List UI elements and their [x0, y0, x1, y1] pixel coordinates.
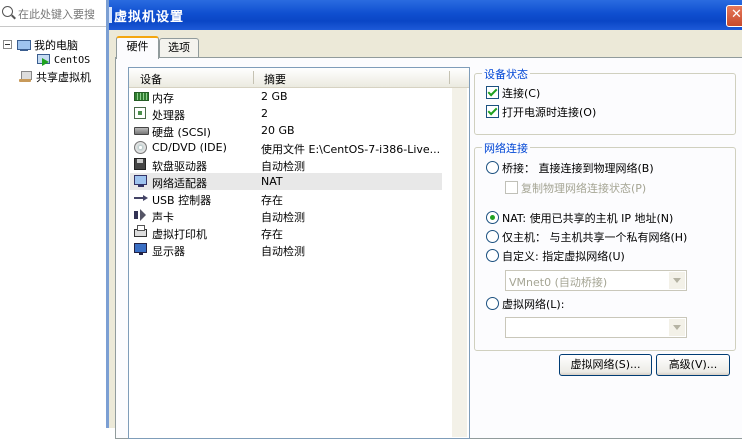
device-summary: 存在	[261, 194, 283, 207]
shared-vm-icon	[19, 71, 33, 83]
device-summary: NAT	[261, 175, 283, 188]
library-search[interactable]: 在此处键入要搜	[0, 0, 106, 27]
sound-card-icon	[134, 211, 138, 219]
device-name: 网络适配器	[152, 177, 207, 190]
device-name: 硬盘 (SCSI)	[152, 126, 211, 139]
device-name: USB 控制器	[152, 194, 212, 207]
library-search-placeholder: 在此处键入要搜	[18, 8, 95, 21]
custom-network-select[interactable]: VMnet0 (自动桥接)	[505, 270, 687, 291]
device-name: 显示器	[152, 245, 185, 258]
device-summary: 自动检测	[261, 245, 305, 258]
close-button[interactable]: ✕	[726, 5, 742, 27]
device-row[interactable]: 虚拟打印机 存在	[130, 224, 442, 241]
hard-disk-icon	[134, 127, 149, 135]
usb-icon	[134, 195, 148, 201]
dialog-titlebar[interactable]: 虚拟机设置 ✕	[109, 0, 742, 30]
lan-segment-label: 虚拟网络(L):	[502, 298, 565, 311]
device-row[interactable]: 网络适配器 NAT	[130, 173, 442, 190]
memory-icon	[134, 92, 149, 101]
hardware-tab-panel: 设备 摘要 内存 2 GB 处理器 2 硬盘 (SCSI) 20 GB CD/DVD (ID…	[115, 57, 742, 439]
tree-item-vm[interactable]: CentOS	[37, 53, 90, 66]
device-row[interactable]: 软盘驱动器 自动检测	[130, 156, 442, 173]
tree-item-shared-vms[interactable]: 共享虚拟机	[19, 69, 91, 85]
connect-at-power-on-label: 打开电源时连接(O)	[502, 106, 597, 119]
device-summary: 自动检测	[261, 160, 305, 173]
device-row[interactable]: 硬盘 (SCSI) 20 GB	[130, 122, 442, 139]
nat-label: NAT: 使用已共享的主机 IP 地址(N)	[502, 212, 674, 225]
device-name: 虚拟打印机	[152, 228, 207, 241]
device-name: 声卡	[152, 211, 174, 224]
device-list: 设备 摘要 内存 2 GB 处理器 2 硬盘 (SCSI) 20 GB CD/DVD (ID…	[128, 67, 470, 439]
device-summary: 自动检测	[261, 211, 305, 224]
chevron-down-icon	[669, 319, 685, 336]
tree-item-label: CentOS	[54, 54, 91, 66]
device-name: CD/DVD (IDE)	[152, 141, 227, 154]
lan-segment-radio[interactable]	[486, 297, 499, 310]
device-summary: 2 GB	[261, 90, 288, 103]
vm-settings-dialog: 虚拟机设置 ✕ 硬件 选项 设备 摘要 内存 2 GB 处理器 2 硬盘 (SCSI) 2…	[109, 0, 742, 439]
column-device[interactable]: 设备	[140, 71, 162, 87]
device-list-header: 设备 摘要	[129, 68, 469, 88]
device-list-scrollbar[interactable]	[452, 88, 467, 437]
device-row[interactable]: 内存 2 GB	[130, 88, 442, 105]
network-adapter-icon	[134, 175, 147, 187]
device-summary: 使用文件 E:\CentOS-7-i386-Live...	[261, 143, 439, 156]
processor-icon	[134, 107, 146, 119]
network-connection-group: 网络连接 桥接： 直接连接到物理网络(B) 复制物理网络连接状态(P) NAT:…	[474, 140, 736, 351]
tab-options[interactable]: 选项	[159, 38, 199, 58]
tab-hardware[interactable]: 硬件	[116, 36, 159, 59]
device-row[interactable]: 声卡 自动检测	[130, 207, 442, 224]
device-row[interactable]: USB 控制器 存在	[130, 190, 442, 207]
device-row[interactable]: 处理器 2	[130, 105, 442, 122]
advanced-button[interactable]: 高级(V)...	[656, 354, 730, 376]
connected-label: 连接(C)	[502, 87, 541, 100]
cd-dvd-icon	[134, 141, 147, 154]
device-row[interactable]: 显示器 自动检测	[130, 241, 442, 258]
virtual-network-button[interactable]: 虚拟网络(S)...	[559, 354, 652, 376]
replicate-state-checkbox[interactable]	[505, 181, 518, 194]
column-summary[interactable]: 摘要	[264, 71, 286, 87]
custom-radio[interactable]	[486, 249, 499, 262]
device-name: 软盘驱动器	[152, 160, 207, 173]
device-summary: 存在	[261, 228, 283, 241]
floppy-icon	[134, 158, 146, 170]
device-summary: 20 GB	[261, 124, 295, 137]
collapse-toggle[interactable]	[3, 40, 12, 49]
chevron-down-icon	[669, 272, 685, 289]
tree-item-my-computer[interactable]: 我的电脑	[17, 37, 78, 53]
tree-item-label: 共享虚拟机	[36, 71, 91, 84]
custom-network-value: VMnet0 (自动桥接)	[509, 276, 608, 289]
bridged-radio[interactable]	[486, 161, 499, 174]
replicate-state-label: 复制物理网络连接状态(P)	[521, 182, 647, 195]
running-vm-icon	[37, 54, 51, 66]
device-name: 处理器	[152, 109, 185, 122]
custom-label: 自定义: 指定虚拟网络(U)	[502, 250, 625, 263]
nat-radio[interactable]	[486, 211, 499, 224]
device-status-group: 设备状态 连接(C) 打开电源时连接(O)	[474, 66, 736, 135]
lan-segment-select[interactable]	[505, 317, 687, 338]
computer-icon	[17, 39, 31, 51]
bridged-label: 桥接： 直接连接到物理网络(B)	[502, 162, 654, 175]
library-panel: 在此处键入要搜 我的电脑 CentOS 共享虚拟机	[0, 0, 106, 428]
window-icon	[109, 7, 112, 23]
connect-at-power-on-checkbox[interactable]	[486, 105, 499, 118]
search-icon	[2, 6, 13, 17]
device-summary: 2	[261, 107, 268, 120]
display-icon	[134, 243, 147, 255]
dialog-title: 虚拟机设置	[114, 10, 185, 25]
device-status-title: 设备状态	[482, 66, 530, 82]
network-connection-title: 网络连接	[482, 140, 530, 156]
tree-item-label: 我的电脑	[34, 39, 78, 52]
device-name: 内存	[152, 92, 174, 105]
host-only-radio[interactable]	[486, 230, 499, 243]
host-only-label: 仅主机： 与主机共享一个私有网络(H)	[502, 231, 688, 244]
printer-icon	[134, 225, 147, 237]
connected-checkbox[interactable]	[486, 86, 499, 99]
device-row[interactable]: CD/DVD (IDE) 使用文件 E:\CentOS-7-i386-Live..…	[130, 139, 442, 156]
close-icon: ✕	[731, 7, 742, 22]
